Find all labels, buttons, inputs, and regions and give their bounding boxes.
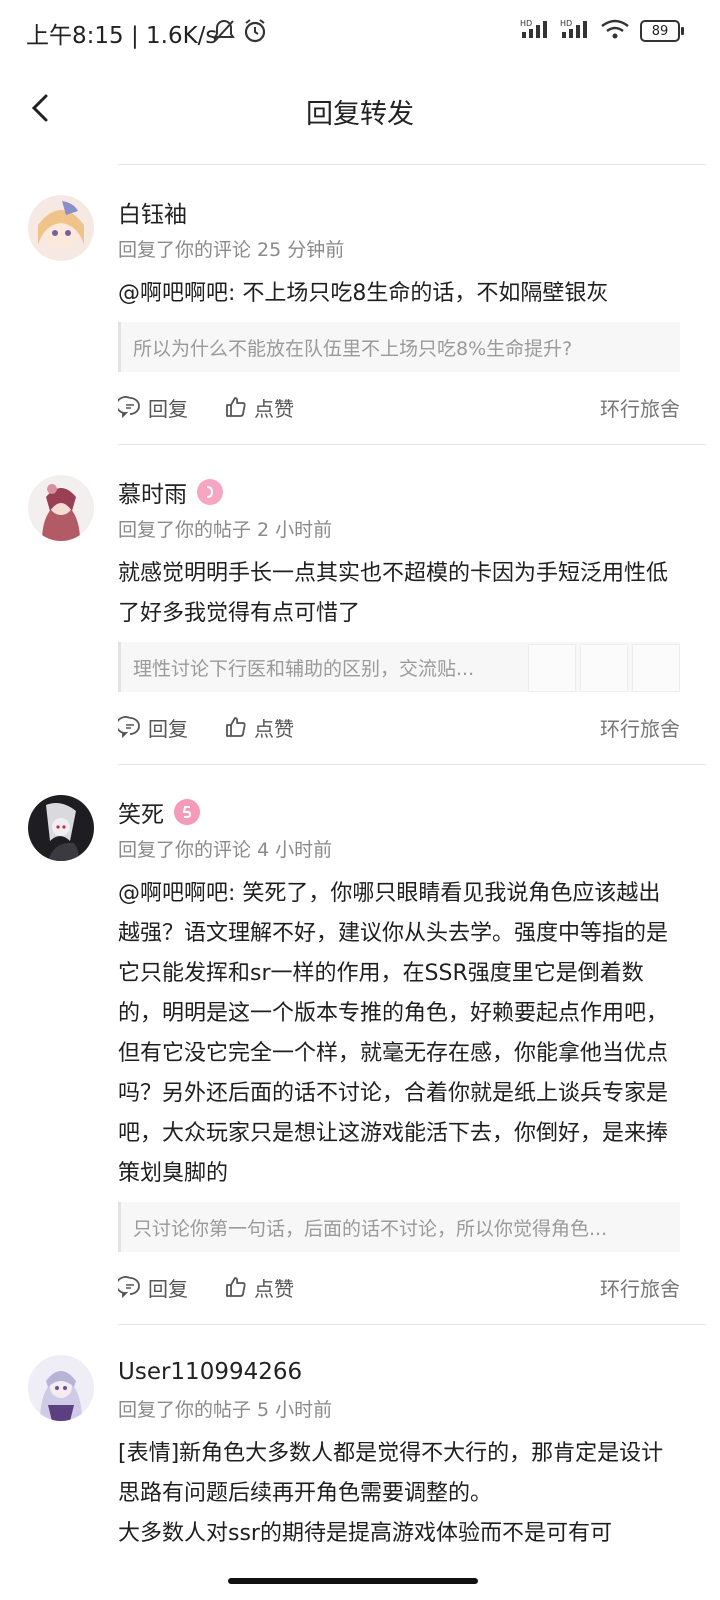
username[interactable]: 白钰袖 [118, 195, 187, 229]
thumbnail-image [528, 644, 576, 692]
list-item: 慕时雨 回复了你的帖子 2 小时前 就感觉明明手长一点其实也不超模的卡因为手短泛… [0, 445, 720, 765]
svg-text:HD: HD [560, 19, 572, 28]
like-button[interactable]: 点赞 [224, 713, 294, 742]
item-actions: 回复 点赞 环行旅舍 [118, 692, 680, 762]
status-time: 上午8:15 | 1.6K/s [26, 23, 218, 49]
reply-content[interactable]: @啊吧啊吧: 不上场只吃8生命的话，不如隔壁银灰 [118, 274, 680, 314]
thumbs-up-icon [226, 717, 246, 737]
reply-button[interactable]: 回复 [118, 393, 188, 422]
username[interactable]: User110994266 [118, 1359, 302, 1385]
like-label: 点赞 [254, 1276, 294, 1301]
comment-icon [118, 716, 140, 739]
reply-label: 回复 [148, 716, 188, 741]
like-button[interactable]: 点赞 [224, 393, 294, 422]
comment-icon [118, 396, 140, 419]
quote-text: 理性讨论下行医和辅助的区别，交流贴... [133, 657, 475, 680]
thumbs-up-icon [226, 397, 246, 417]
notification-list: 白钰袖 回复了你的评论 25 分钟前 @啊吧啊吧: 不上场只吃8生命的话，不如隔… [0, 165, 720, 1554]
avatar[interactable] [28, 475, 94, 541]
list-item: 白钰袖 回复了你的评论 25 分钟前 @啊吧啊吧: 不上场只吃8生命的话，不如隔… [0, 165, 720, 445]
battery-indicator: 89 [640, 20, 684, 42]
quoted-original[interactable]: 所以为什么不能放在队伍里不上场只吃8%生命提升? [118, 322, 680, 372]
avatar[interactable] [28, 1355, 94, 1421]
header: 回复转发 [0, 64, 720, 164]
reply-content[interactable]: [表情]新角色大多数人都是觉得不大行的，那肯定是设计思路有问题后续再开角色需要调… [118, 1434, 680, 1554]
quoted-original[interactable]: 理性讨论下行医和辅助的区别，交流贴... [118, 642, 680, 692]
username[interactable]: 慕时雨 [118, 475, 187, 509]
signal-icon-2: HD [560, 18, 590, 44]
source-forum[interactable]: 环行旅舍 [600, 1273, 680, 1302]
reply-label: 回复 [148, 1276, 188, 1301]
quote-thumbnails [528, 644, 680, 692]
source-forum[interactable]: 环行旅舍 [600, 393, 680, 422]
mute-bell-icon [212, 18, 236, 48]
username[interactable]: 笑死 [118, 795, 164, 829]
list-item: User110994266 回复了你的帖子 5 小时前 [表情]新角色大多数人都… [0, 1325, 720, 1554]
list-item: 笑死 回复了你的评论 4 小时前 @啊吧啊吧: 笑死了，你哪只眼睛看见我说角色应… [0, 765, 720, 1325]
status-icons: HD HD 89 [520, 18, 684, 44]
quote-text: 只讨论你第一句话，后面的话不讨论，所以你觉得角色... [133, 1217, 608, 1240]
alarm-icon [242, 18, 268, 48]
like-label: 点赞 [254, 716, 294, 741]
like-button[interactable]: 点赞 [224, 1273, 294, 1302]
avatar[interactable] [28, 795, 94, 861]
item-actions: 回复 点赞 环行旅舍 [118, 1252, 680, 1322]
thumbnail-image [580, 644, 628, 692]
reply-button[interactable]: 回复 [118, 713, 188, 742]
status-bar: 上午8:15 | 1.6K/s HD HD 89 [0, 0, 720, 64]
signal-icon: HD [520, 18, 550, 44]
avatar[interactable] [28, 195, 94, 261]
item-meta: 回复了你的帖子 5 小时前 [118, 1399, 333, 1421]
reply-content[interactable]: 就感觉明明手长一点其实也不超模的卡因为手短泛用性低了好多我觉得有点可惜了 [118, 554, 680, 634]
page-title: 回复转发 [306, 99, 414, 130]
like-label: 点赞 [254, 396, 294, 421]
item-meta: 回复了你的评论 4 小时前 [118, 839, 333, 861]
item-meta: 回复了你的评论 25 分钟前 [118, 239, 345, 261]
thumbnail-image [632, 644, 680, 692]
user-level-badge [197, 479, 223, 505]
quote-text: 所以为什么不能放在队伍里不上场只吃8%生命提升? [133, 337, 573, 360]
thumbs-up-icon [226, 1277, 246, 1297]
quoted-original[interactable]: 只讨论你第一句话，后面的话不讨论，所以你觉得角色... [118, 1202, 680, 1252]
item-actions: 回复 点赞 环行旅舍 [118, 372, 680, 442]
wifi-icon [600, 18, 630, 44]
source-forum[interactable]: 环行旅舍 [600, 713, 680, 742]
reply-button[interactable]: 回复 [118, 1273, 188, 1302]
comment-icon [118, 1276, 140, 1299]
home-indicator[interactable] [228, 1578, 478, 1584]
reply-content[interactable]: @啊吧啊吧: 笑死了，你哪只眼睛看见我说角色应该越出越强？语文理解不好，建议你从… [118, 874, 680, 1194]
item-meta: 回复了你的帖子 2 小时前 [118, 519, 333, 541]
reply-label: 回复 [148, 396, 188, 421]
user-level-badge [174, 799, 200, 825]
svg-text:HD: HD [520, 19, 532, 28]
